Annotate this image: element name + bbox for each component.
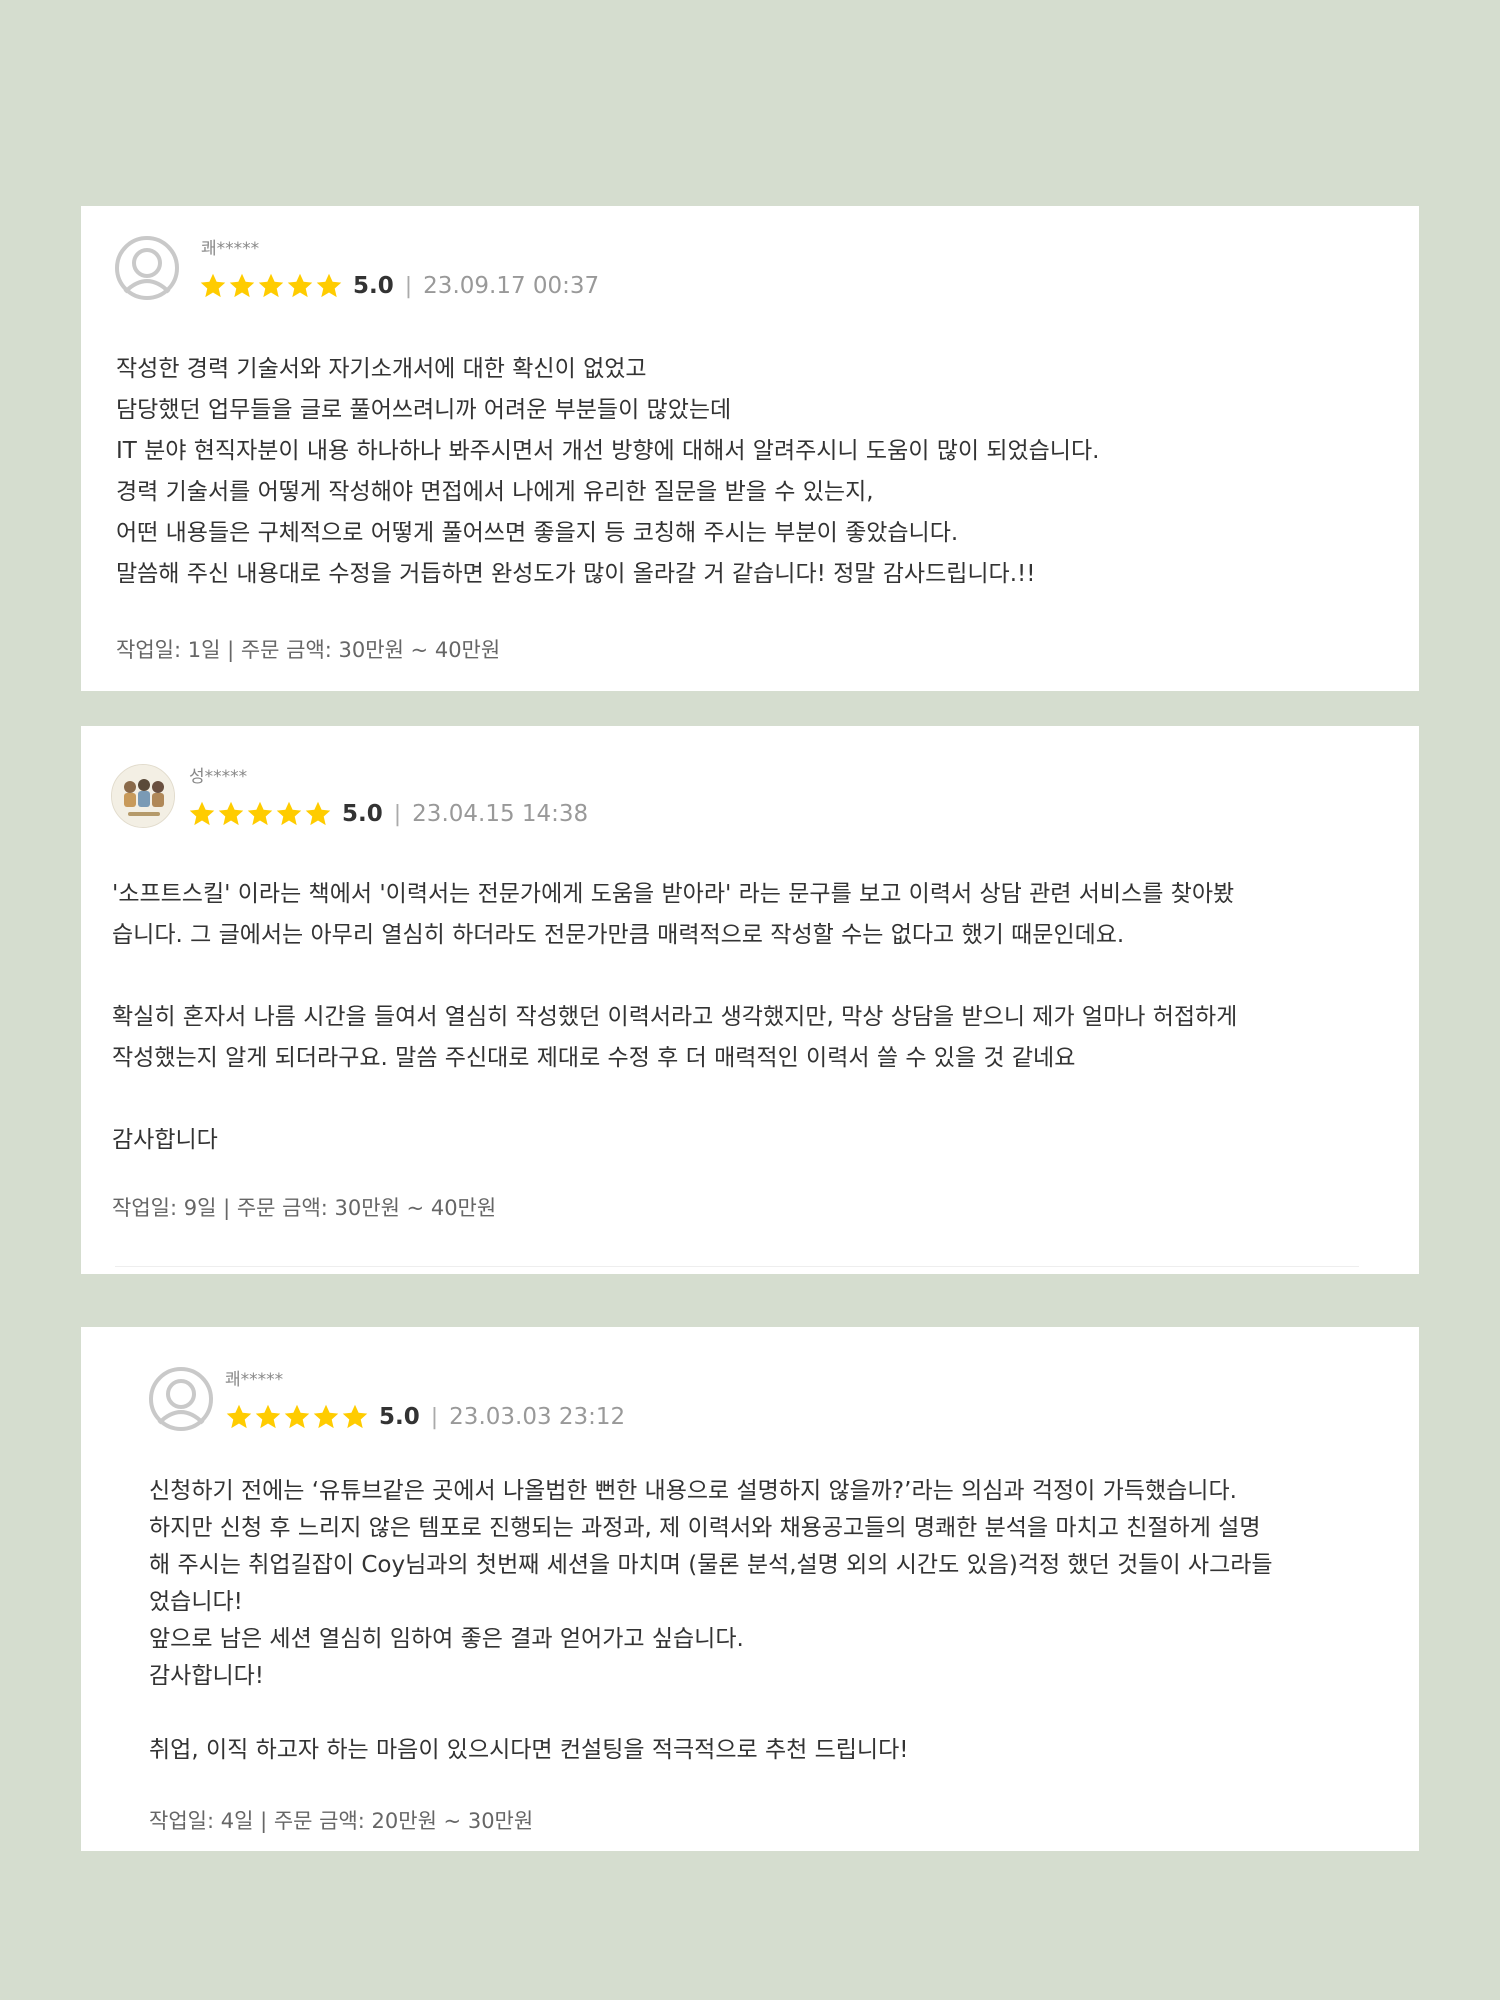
- review-body: 작성한 경력 기술서와 자기소개서에 대한 확신이 없었고 담당했던 업무들을 …: [116, 349, 1099, 595]
- review-body-line: IT 분야 현직자분이 내용 하나하나 봐주시면서 개선 방향에 대해서 알려주…: [116, 438, 1100, 464]
- rating-value: 5.0: [379, 1404, 420, 1430]
- review-card: 성***** 5.0 | 23.04.15 14:38 '소프트스킬' 이라는 …: [81, 726, 1419, 1274]
- meta-separator: |: [430, 1404, 439, 1430]
- review-body-line: 었습니다!: [149, 1589, 243, 1615]
- review-body-line: [112, 956, 1237, 997]
- review-body: 신청하기 전에는 ‘유튜브같은 곳에서 나올법한 뻔한 내용으로 설명하지 않을…: [149, 1473, 1273, 1769]
- review-body-line: 감사합니다: [112, 1127, 218, 1153]
- review-card: 쾌***** 5.0 | 23.09.17 00:37 작성한 경력 기술서와 …: [81, 206, 1419, 691]
- order-info: 작업일: 1일 | 주문 금액: 30만원 ~ 40만원: [116, 638, 501, 662]
- review-body-line: 작성했는지 알게 되더라구요. 말씀 주신대로 제대로 수정 후 더 매력적인 …: [112, 1045, 1076, 1071]
- review-body-line: 습니다. 그 글에서는 아무리 열심히 하더라도 전문가만큼 매력적으로 작성할…: [112, 922, 1125, 948]
- review-date: 23.03.03 23:12: [449, 1404, 626, 1430]
- star-icon: [284, 1404, 310, 1429]
- star-icon: [247, 801, 273, 826]
- review-body-line: [149, 1695, 1273, 1732]
- review-body-line: 어떤 내용들은 구체적으로 어떻게 풀어쓰면 좋을지 등 코칭해 주시는 부분이…: [116, 520, 959, 546]
- review-meta: 5.0 | 23.09.17 00:37: [199, 272, 599, 300]
- reviewer-nickname: 성*****: [189, 767, 248, 787]
- star-rating: [199, 272, 343, 300]
- review-meta: 5.0 | 23.04.15 14:38: [188, 800, 588, 828]
- review-body-line: 취업, 이직 하고자 하는 마음이 있으시다면 컨설팅을 적극적으로 추천 드립…: [149, 1737, 909, 1763]
- star-icon: [200, 273, 226, 298]
- star-icon: [189, 801, 215, 826]
- review-card: 쾌***** 5.0 | 23.03.03 23:12 신청하기 전에는 ‘유튜…: [81, 1327, 1419, 1851]
- star-icon: [316, 273, 342, 298]
- reviewer-nickname: 쾌*****: [201, 239, 260, 259]
- star-rating: [225, 1403, 369, 1431]
- review-body-line: 작성한 경력 기술서와 자기소개서에 대한 확신이 없었고: [116, 356, 647, 382]
- meta-separator: |: [393, 801, 402, 827]
- review-body-line: 말씀해 주신 내용대로 수정을 거듭하면 완성도가 많이 올라갈 거 같습니다!…: [116, 561, 1036, 587]
- default-user-avatar-icon: [149, 1367, 213, 1431]
- star-rating: [188, 800, 332, 828]
- review-body-line: 해 주시는 취업길잡이 Coy님과의 첫번째 세션을 마치며 (물론 분석,설명…: [149, 1552, 1273, 1578]
- star-icon: [313, 1404, 339, 1429]
- order-info: 작업일: 4일 | 주문 금액: 20만원 ~ 30만원: [149, 1809, 534, 1833]
- star-icon: [258, 273, 284, 298]
- profile-photo-avatar-icon: [111, 764, 175, 828]
- star-icon: [226, 1404, 252, 1429]
- star-icon: [255, 1404, 281, 1429]
- divider: [115, 1266, 1359, 1267]
- review-body: '소프트스킬' 이라는 책에서 '이력서는 전문가에게 도움을 받아라' 라는 …: [112, 874, 1237, 1161]
- star-icon: [287, 273, 313, 298]
- review-body-line: 하지만 신청 후 느리지 않은 템포로 진행되는 과정과, 제 이력서와 채용공…: [149, 1515, 1261, 1541]
- review-meta: 5.0 | 23.03.03 23:12: [225, 1403, 625, 1431]
- review-body-line: 신청하기 전에는 ‘유튜브같은 곳에서 나올법한 뻔한 내용으로 설명하지 않을…: [149, 1478, 1237, 1504]
- review-body-line: 확실히 혼자서 나름 시간을 들여서 열심히 작성했던 이력서라고 생각했지만,…: [112, 1004, 1238, 1030]
- review-body-line: 앞으로 남은 세션 열심히 임하여 좋은 결과 얻어가고 싶습니다.: [149, 1626, 744, 1652]
- default-user-avatar-icon: [115, 236, 179, 300]
- meta-separator: |: [404, 273, 413, 299]
- star-icon: [229, 273, 255, 298]
- reviewer-nickname: 쾌*****: [225, 1370, 284, 1390]
- review-body-line: 경력 기술서를 어떻게 작성해야 면접에서 나에게 유리한 질문을 받을 수 있…: [116, 479, 874, 505]
- review-body-line: [112, 1079, 1237, 1120]
- order-info: 작업일: 9일 | 주문 금액: 30만원 ~ 40만원: [112, 1196, 497, 1220]
- review-date: 23.04.15 14:38: [412, 801, 589, 827]
- star-icon: [305, 801, 331, 826]
- rating-value: 5.0: [342, 801, 383, 827]
- star-icon: [218, 801, 244, 826]
- rating-value: 5.0: [353, 273, 394, 299]
- star-icon: [276, 801, 302, 826]
- review-date: 23.09.17 00:37: [423, 273, 600, 299]
- review-body-line: 담당했던 업무들을 글로 풀어쓰려니까 어려운 부분들이 많았는데: [116, 397, 732, 423]
- review-body-line: '소프트스킬' 이라는 책에서 '이력서는 전문가에게 도움을 받아라' 라는 …: [112, 881, 1235, 907]
- star-icon: [342, 1404, 368, 1429]
- review-body-line: 감사합니다!: [149, 1663, 265, 1689]
